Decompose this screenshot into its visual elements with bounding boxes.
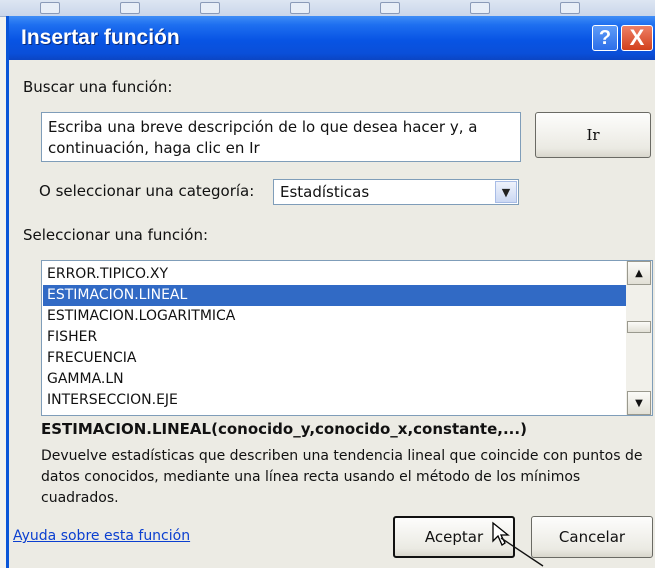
list-item[interactable]: ESTIMACION.LOGARITMICA — [43, 306, 629, 327]
chevron-down-icon[interactable]: ▼ — [495, 181, 517, 203]
function-signature: ESTIMACION.LINEAL(conocido_y,conocido_x,… — [41, 420, 527, 438]
scroll-up-icon[interactable]: ▲ — [627, 261, 651, 285]
close-icon: X — [629, 25, 645, 50]
list-item-selected[interactable]: ESTIMACION.LINEAL — [43, 285, 629, 306]
close-button[interactable]: X — [621, 25, 653, 51]
annotation-arrow-icon — [500, 537, 544, 567]
category-select[interactable]: Estadísticas ▼ — [273, 179, 519, 205]
list-item[interactable]: GAMMA.LN — [43, 369, 629, 390]
background-app-toolbar — [0, 0, 655, 17]
cancel-button[interactable]: Cancelar — [531, 516, 653, 558]
function-description: Devuelve estadísticas que describen una … — [41, 448, 643, 506]
dialog-title: Insertar función — [21, 26, 180, 49]
search-label: Buscar una función: — [23, 78, 173, 96]
list-item[interactable]: FISHER — [43, 327, 629, 348]
list-item[interactable]: FRECUENCIA — [43, 348, 629, 369]
list-scrollbar[interactable]: ▲ ▼ — [626, 261, 652, 415]
scroll-down-icon[interactable]: ▼ — [627, 391, 651, 415]
dialog-titlebar: Insertar función ? X — [9, 16, 655, 60]
category-selected-value: Estadísticas — [280, 183, 370, 201]
function-help-link[interactable]: Ayuda sobre esta función — [13, 528, 190, 544]
cancel-button-label: Cancelar — [558, 528, 626, 546]
scroll-thumb[interactable] — [627, 321, 651, 333]
insert-function-dialog: Insertar función ? X Buscar una función:… — [6, 16, 655, 568]
search-input[interactable]: Escriba una breve descripción de lo que … — [41, 112, 521, 162]
help-icon: ? — [598, 26, 612, 49]
go-button[interactable]: Ir — [535, 112, 651, 158]
category-label: O seleccionar una categoría: — [39, 182, 255, 200]
go-button-label: Ir — [586, 126, 600, 144]
help-button[interactable]: ? — [592, 25, 618, 51]
list-item[interactable]: ERROR.TIPICO.XY — [43, 264, 629, 285]
function-list-label: Seleccionar una función: — [23, 226, 209, 244]
list-item[interactable]: INTERSECCION.EJE — [43, 390, 629, 411]
ok-button-label: Aceptar — [424, 528, 484, 546]
function-listbox[interactable]: ERROR.TIPICO.XY ESTIMACION.LINEAL ESTIMA… — [41, 260, 653, 416]
